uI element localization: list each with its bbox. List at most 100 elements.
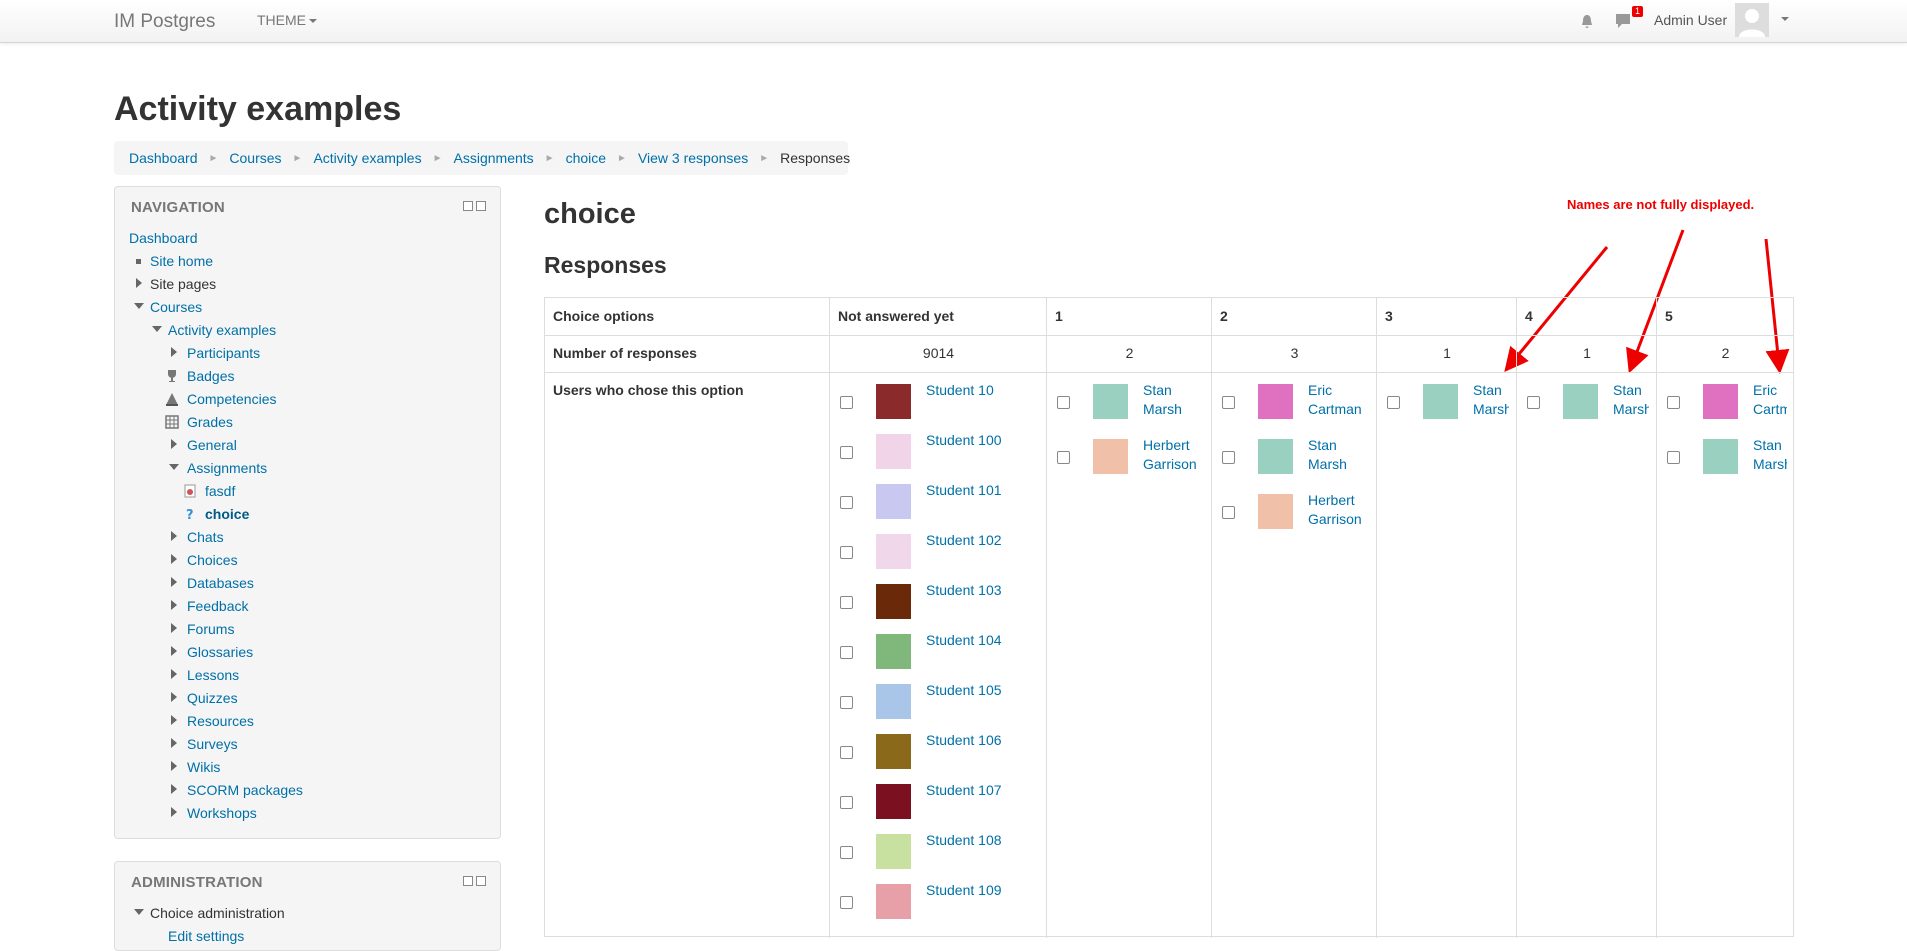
expand-arrow-icon[interactable] [136, 278, 142, 288]
user-menu-chevron-icon[interactable] [1781, 17, 1789, 21]
nav-item-choices[interactable]: Choices [187, 549, 238, 572]
collapse-arrow-icon[interactable] [134, 303, 144, 309]
select-checkbox[interactable] [840, 646, 853, 659]
user-picture[interactable] [876, 484, 911, 519]
user-name-link[interactable]: Student 109 [926, 881, 1002, 900]
user-name-link[interactable]: Student 105 [926, 681, 1002, 700]
expand-arrow-icon[interactable] [171, 715, 177, 725]
user-picture[interactable] [876, 784, 911, 819]
user-name-link[interactable]: Student 102 [926, 531, 1002, 550]
select-checkbox[interactable] [840, 796, 853, 809]
user-picture[interactable] [876, 434, 911, 469]
user-name-link[interactable]: Stan Marsh [1143, 381, 1207, 419]
expand-arrow-icon[interactable] [171, 531, 177, 541]
user-name-link[interactable]: Stan Marsh [1473, 381, 1509, 419]
user-name-link[interactable]: Herbert Garrison [1308, 491, 1372, 529]
user-name-link[interactable]: Herbert Garrison [1143, 436, 1207, 474]
select-checkbox[interactable] [840, 746, 853, 759]
nav-item-workshops[interactable]: Workshops [187, 802, 257, 825]
user-name-link[interactable]: Student 101 [926, 481, 1002, 500]
select-checkbox[interactable] [840, 896, 853, 909]
dock-icon[interactable] [476, 201, 486, 211]
collapse-icon[interactable] [463, 876, 473, 886]
select-checkbox[interactable] [840, 696, 853, 709]
user-name-link[interactable]: Student 107 [926, 781, 1002, 800]
nav-item-site-pages[interactable]: Site pages [150, 273, 216, 296]
nav-item-databases[interactable]: Databases [187, 572, 254, 595]
user-picture[interactable] [1423, 384, 1458, 419]
collapse-arrow-icon[interactable] [152, 326, 162, 332]
nav-item-general[interactable]: General [187, 434, 237, 457]
user-picture[interactable] [876, 684, 911, 719]
user-picture[interactable] [1258, 384, 1293, 419]
select-checkbox[interactable] [840, 396, 853, 409]
nav-item-quizzes[interactable]: Quizzes [187, 687, 238, 710]
nav-item-wikis[interactable]: Wikis [187, 756, 220, 779]
expand-arrow-icon[interactable] [171, 623, 177, 633]
nav-item-dashboard[interactable]: Dashboard [129, 227, 198, 250]
user-picture[interactable] [876, 884, 911, 919]
user-picture[interactable] [876, 734, 911, 769]
user-name-link[interactable]: Student 104 [926, 631, 1002, 650]
user-picture[interactable] [1703, 439, 1738, 474]
nav-item-participants[interactable]: Participants [187, 342, 260, 365]
nav-item-choice[interactable]: choice [205, 503, 249, 526]
user-picture[interactable] [1703, 384, 1738, 419]
admin-item-edit-settings[interactable]: Edit settings [168, 925, 244, 948]
select-checkbox[interactable] [1222, 506, 1235, 519]
theme-menu[interactable]: THEME [257, 12, 317, 28]
user-name-link[interactable]: Student 10 [926, 381, 994, 400]
breadcrumb-assignments[interactable]: Assignments [454, 150, 534, 166]
nav-item-fasdf[interactable]: fasdf [205, 480, 235, 503]
user-name-link[interactable]: Student 106 [926, 731, 1002, 750]
select-checkbox[interactable] [1667, 396, 1680, 409]
nav-item-forums[interactable]: Forums [187, 618, 234, 641]
user-name-link[interactable]: Stan Marsh [1753, 436, 1787, 474]
user-picture[interactable] [1093, 384, 1128, 419]
expand-arrow-icon[interactable] [171, 600, 177, 610]
user-name-link[interactable]: Eric Cartman [1753, 381, 1787, 419]
breadcrumb-dashboard[interactable]: Dashboard [129, 150, 198, 166]
nav-item-chats[interactable]: Chats [187, 526, 224, 549]
select-checkbox[interactable] [1222, 396, 1235, 409]
user-name-link[interactable]: Stan Marsh [1308, 436, 1372, 474]
expand-arrow-icon[interactable] [171, 347, 177, 357]
user-picture[interactable] [876, 584, 911, 619]
breadcrumb-choice[interactable]: choice [566, 150, 606, 166]
breadcrumb-courses[interactable]: Courses [229, 150, 281, 166]
nav-item-site-home[interactable]: Site home [150, 250, 213, 273]
site-brand[interactable]: IM Postgres [114, 11, 215, 33]
expand-arrow-icon[interactable] [171, 439, 177, 449]
expand-arrow-icon[interactable] [171, 692, 177, 702]
user-picture[interactable] [876, 834, 911, 869]
bell-icon[interactable] [1579, 14, 1595, 30]
nav-item-glossaries[interactable]: Glossaries [187, 641, 253, 664]
user-name-link[interactable]: Student 108 [926, 831, 1002, 850]
user-picture[interactable] [1258, 494, 1293, 529]
nav-item-resources[interactable]: Resources [187, 710, 254, 733]
expand-arrow-icon[interactable] [171, 669, 177, 679]
user-picture[interactable] [1258, 439, 1293, 474]
dock-icon[interactable] [476, 876, 486, 886]
user-name-link[interactable]: Student 100 [926, 431, 1002, 450]
nav-item-surveys[interactable]: Surveys [187, 733, 238, 756]
expand-arrow-icon[interactable] [171, 554, 177, 564]
nav-item-activity-examples[interactable]: Activity examples [168, 319, 276, 342]
select-checkbox[interactable] [1057, 451, 1070, 464]
nav-item-grades[interactable]: Grades [187, 411, 233, 434]
nav-item-courses[interactable]: Courses [150, 296, 202, 319]
nav-item-badges[interactable]: Badges [187, 365, 234, 388]
user-picture[interactable] [1093, 439, 1128, 474]
user-picture[interactable] [876, 634, 911, 669]
expand-arrow-icon[interactable] [171, 577, 177, 587]
nav-item-competencies[interactable]: Competencies [187, 388, 277, 411]
collapse-icon[interactable] [463, 201, 473, 211]
breadcrumb-view-responses[interactable]: View 3 responses [638, 150, 748, 166]
user-picture[interactable] [1563, 384, 1598, 419]
expand-arrow-icon[interactable] [171, 761, 177, 771]
user-picture[interactable] [876, 384, 911, 419]
user-name-link[interactable]: Student 103 [926, 581, 1002, 600]
nav-item-feedback[interactable]: Feedback [187, 595, 248, 618]
select-checkbox[interactable] [1222, 451, 1235, 464]
user-name-link[interactable]: Eric Cartman [1308, 381, 1372, 419]
